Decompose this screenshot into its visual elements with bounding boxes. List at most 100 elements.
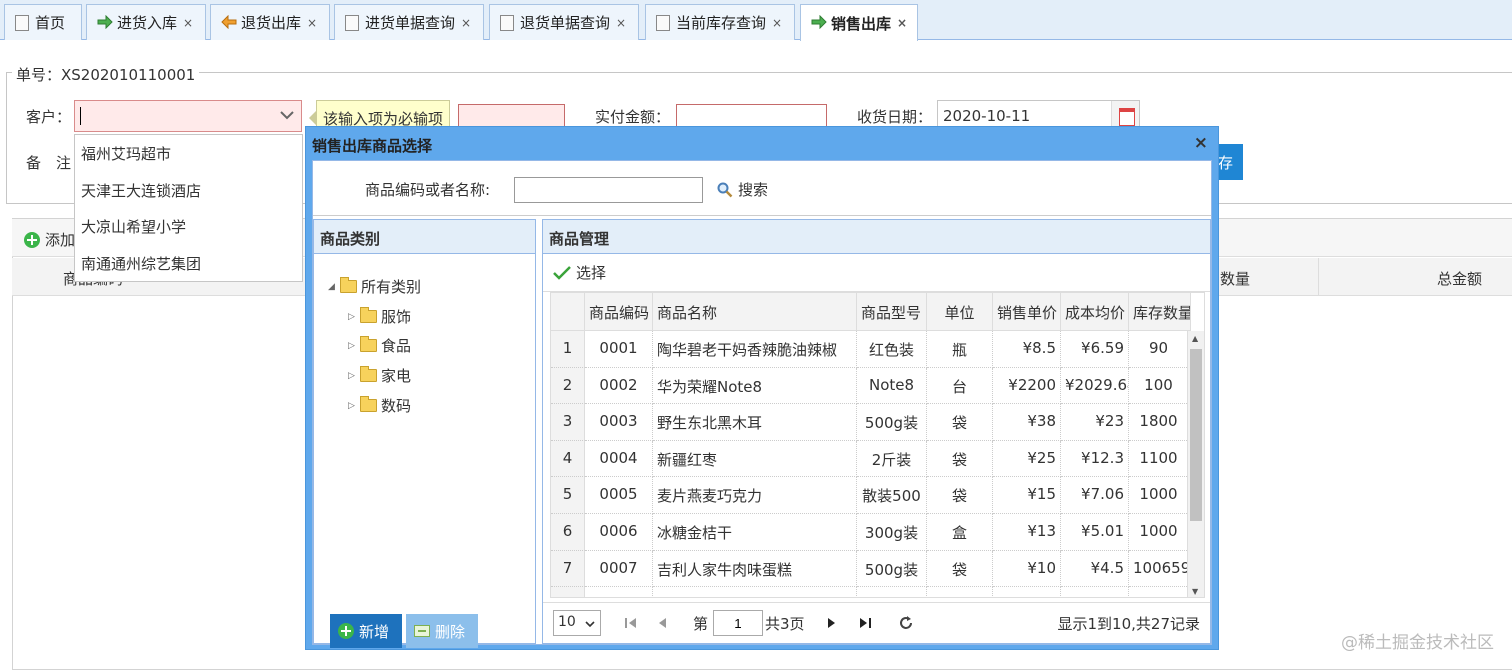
table-cell[interactable]: 陶华碧老干妈香辣脆油辣椒 <box>653 331 857 368</box>
table-cell[interactable]: ¥25 <box>993 440 1061 478</box>
expand-icon[interactable]: ◢ <box>328 282 340 292</box>
table-cell[interactable]: ¥7.06 <box>1061 477 1129 514</box>
collapse-icon[interactable]: ▷ <box>348 401 360 411</box>
customer-combobox[interactable] <box>74 100 302 132</box>
table-cell[interactable]: 盒 <box>927 587 993 597</box>
row-number[interactable]: 6 <box>551 514 585 551</box>
row-number[interactable]: 5 <box>551 477 585 514</box>
col-header[interactable]: 商品编码 <box>585 293 653 331</box>
table-cell[interactable]: 红色装 <box>857 331 927 368</box>
row-number[interactable]: 3 <box>551 404 585 441</box>
table-cell[interactable]: 袋 <box>927 477 993 514</box>
customer-option[interactable]: 福州艾玛超市 <box>75 135 302 172</box>
tab-stock-query[interactable]: 当前库存查询 × <box>645 4 795 40</box>
table-cell[interactable]: 0008 <box>585 587 653 597</box>
tree-node-root[interactable]: ◢ 所有类别 <box>328 276 421 297</box>
table-cell[interactable]: 1800 <box>1129 404 1189 441</box>
tree-node-category[interactable]: ▷ 食品 <box>348 335 411 356</box>
collapse-icon[interactable]: ▷ <box>348 341 360 351</box>
close-icon[interactable]: × <box>897 16 907 30</box>
row-number[interactable]: 8 <box>551 587 585 597</box>
table-cell[interactable]: 0001 <box>585 331 653 368</box>
search-button[interactable]: 搜索 <box>717 179 768 200</box>
col-header[interactable]: 商品型号 <box>857 293 927 331</box>
table-cell[interactable]: 瓶 <box>927 331 993 368</box>
close-icon[interactable]: × <box>1194 133 1208 153</box>
table-cell[interactable]: 1100 <box>1129 440 1189 478</box>
col-header[interactable]: 成本均价 <box>1061 293 1129 331</box>
table-cell[interactable]: 90 <box>1129 331 1189 368</box>
col-header[interactable]: 商品名称 <box>653 293 857 331</box>
tab-home[interactable]: 首页 <box>4 4 82 40</box>
chevron-down-icon[interactable] <box>273 101 301 131</box>
table-cell[interactable]: 散装500 <box>857 477 927 514</box>
select-button[interactable]: 选择 <box>553 262 606 283</box>
close-icon[interactable]: × <box>183 16 193 30</box>
first-page-icon[interactable] <box>623 615 639 631</box>
last-page-icon[interactable] <box>857 615 873 631</box>
table-cell[interactable]: 台 <box>927 367 993 405</box>
table-cell[interactable]: ¥13 <box>993 514 1061 551</box>
scroll-thumb[interactable] <box>1190 349 1202 521</box>
col-header[interactable]: 销售单价 <box>993 293 1061 331</box>
close-icon[interactable]: × <box>307 16 317 30</box>
table-cell[interactable]: ¥38 <box>993 404 1061 441</box>
row-number[interactable]: 7 <box>551 550 585 588</box>
row-number[interactable]: 1 <box>551 331 585 368</box>
collapse-icon[interactable]: ▷ <box>348 312 360 322</box>
table-cell[interactable]: 华为荣耀Note8 <box>653 367 857 405</box>
customer-option[interactable]: 南通通州综艺集团 <box>75 245 302 282</box>
close-icon[interactable]: × <box>772 16 782 30</box>
refresh-icon[interactable] <box>898 615 914 631</box>
customer-option[interactable]: 天津王大连锁酒店 <box>75 172 302 209</box>
table-cell[interactable]: ¥10 <box>993 550 1061 588</box>
prev-page-icon[interactable] <box>655 615 671 631</box>
table-cell[interactable]: 500g装 <box>857 550 927 588</box>
table-cell[interactable]: ¥10 <box>993 587 1061 597</box>
table-cell[interactable]: 2斤装 <box>857 440 927 478</box>
table-cell[interactable]: 冰糖金桔干 <box>653 514 857 551</box>
table-cell[interactable]: 0004 <box>585 440 653 478</box>
table-cell[interactable]: ¥23 <box>1061 404 1129 441</box>
col-header[interactable]: 库存数量 <box>1129 293 1191 331</box>
next-page-icon[interactable] <box>823 615 839 631</box>
table-cell[interactable]: 0005 <box>585 477 653 514</box>
search-input[interactable] <box>514 177 703 203</box>
table-cell[interactable]: ¥2029.64 <box>1061 367 1129 405</box>
table-cell[interactable]: 500g装 <box>857 404 927 441</box>
close-icon[interactable]: × <box>616 16 626 30</box>
vertical-scrollbar[interactable]: ▲ ▼ <box>1187 331 1204 597</box>
table-cell[interactable]: 0006 <box>585 514 653 551</box>
scroll-down-icon[interactable]: ▼ <box>1192 587 1198 596</box>
tree-node-category[interactable]: ▷ 家电 <box>348 365 411 386</box>
scroll-up-icon[interactable]: ▲ <box>1192 334 1198 343</box>
tree-node-category[interactable]: ▷ 数码 <box>348 395 411 416</box>
table-cell[interactable]: ¥6.59 <box>1061 331 1129 368</box>
table-cell[interactable]: 120g装 <box>857 587 927 597</box>
add-item-button[interactable]: 添加 <box>24 229 75 250</box>
table-cell[interactable]: 100659 <box>1129 550 1189 588</box>
tab-purchase-query[interactable]: 进货单据查询 × <box>334 4 484 40</box>
table-cell[interactable]: 100 <box>1129 367 1189 405</box>
table-cell[interactable]: 袋 <box>927 550 993 588</box>
row-number[interactable]: 2 <box>551 367 585 405</box>
table-cell[interactable]: 1000 <box>1129 514 1189 551</box>
tree-node-category[interactable]: ▷ 服饰 <box>348 306 411 327</box>
table-cell[interactable]: ¥15 <box>993 477 1061 514</box>
table-cell[interactable]: 0003 <box>585 404 653 441</box>
page-size-select[interactable]: 10 <box>553 610 601 636</box>
table-cell[interactable]: 0007 <box>585 550 653 588</box>
page-number-input[interactable] <box>713 610 763 636</box>
table-cell[interactable]: ¥4.5 <box>1061 550 1129 588</box>
table-cell[interactable]: 0002 <box>585 367 653 405</box>
collapse-icon[interactable]: ▷ <box>348 371 360 381</box>
add-category-button[interactable]: 新增 <box>330 614 402 648</box>
customer-option[interactable]: 大凉山希望小学 <box>75 208 302 245</box>
table-cell[interactable]: ¥2200 <box>993 367 1061 405</box>
tab-return-out[interactable]: 退货出库 × <box>210 4 330 40</box>
table-cell[interactable]: 麦片燕麦巧克力 <box>653 477 857 514</box>
table-cell[interactable]: 袋 <box>927 440 993 478</box>
delete-category-button[interactable]: 删除 <box>406 614 478 648</box>
calendar-icon[interactable] <box>1111 101 1139 129</box>
close-icon[interactable]: × <box>461 16 471 30</box>
